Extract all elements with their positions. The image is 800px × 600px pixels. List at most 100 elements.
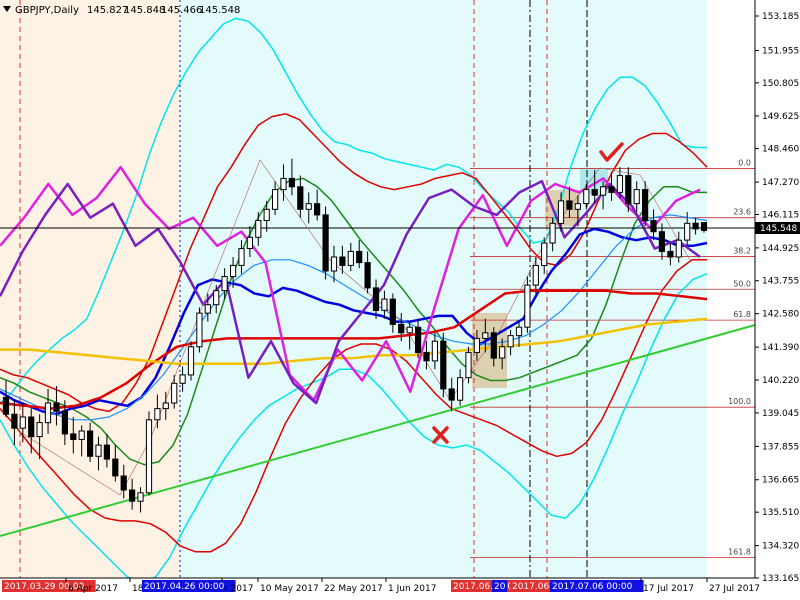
x-tick-label: 22 May 2017 [324,584,383,594]
candle-body [372,287,380,311]
y-tick-label: 136.665 [762,476,799,486]
candle-body [591,189,598,196]
candle-body [389,298,396,325]
chart-window[interactable]: 0.0 23.6 38.2 50.0 61.8 100.0 161.8 153.185 151… [0,0,800,600]
candle-body [255,220,262,238]
candle-body [112,458,119,477]
candle-body [61,410,68,435]
candle-body [515,326,523,337]
candle-body [549,222,556,244]
candle-body [70,433,77,440]
x-tick-label: 6 Apr 2017 [68,584,118,594]
candle-body [692,222,699,230]
candle-body [566,200,573,210]
candle-body [364,262,371,289]
candle-body [356,250,363,264]
price-chart[interactable]: 0.0 23.6 38.2 50.0 61.8 100.0 161.8 153.185 151… [0,0,800,600]
candle-body [137,492,144,502]
candle-body [103,444,111,460]
candle-body [532,264,539,286]
candle-body [473,337,480,353]
open-value: 145.827 [87,5,128,16]
candle-body [524,284,531,328]
candle-body [53,402,60,412]
x-tick-label: r 2017 [224,584,253,594]
fib-level-label: 61.8 [733,310,751,319]
fib-level-label: 0.0 [738,159,751,168]
candle-body [406,326,413,334]
candle-body [288,177,295,188]
candle-body [187,346,195,376]
candle-body [415,326,422,354]
x-tick-label: 10 May 2017 [260,584,319,594]
candle-body [145,419,153,494]
candle-body [381,298,388,311]
y-tick-label: 151.955 [762,47,799,57]
symbol-label: GBPJPY,Daily [15,5,79,16]
candle-body [700,222,708,231]
y-tick-label: 147.270 [762,178,799,188]
candle-body [314,203,321,216]
date-tag-label: 20 [494,582,506,592]
candle-body [280,177,287,191]
fib-level-label: 100.0 [728,397,751,406]
candle-body [322,214,329,272]
y-tick-label: 153.185 [762,12,799,22]
candle-body [87,430,94,457]
candle-body [650,220,657,233]
x-tick-label: 18 [132,584,144,594]
y-tick-label: 148.460 [762,145,799,155]
candle-body [642,189,649,222]
high-value: 145.848 [124,5,165,16]
chart-header: GBPJPY,Daily 145.827 145.848 145.466 145… [3,5,240,16]
close-value: 145.548 [199,5,240,16]
date-tag-label: 2017.04.26 00:00 [144,582,225,592]
candle-body [482,332,489,339]
candle-body [78,430,85,440]
candle-body [171,382,178,404]
y-tick-label: 143.755 [762,277,799,287]
candle-body [600,186,607,196]
candle-body [574,203,581,210]
candle-body [162,402,169,410]
candle-body [431,340,438,362]
candle-body [28,416,35,438]
candle-body [583,189,590,205]
x-tick-label: 27 Jul 2017 [709,584,760,594]
candle-body [448,388,455,401]
candle-body [196,312,203,348]
candle-body [658,231,665,252]
candle-body [347,250,354,266]
candle-body [230,264,237,278]
candle-body [667,250,674,258]
candle-body [541,242,548,266]
candle-body [398,323,405,334]
fib-level-label: 38.2 [733,246,751,255]
y-tick-label: 146.115 [762,210,799,220]
candle-body [95,444,102,457]
candle-body [608,186,615,193]
y-tick-label: 135.510 [762,508,799,518]
fib-level-label: 23.6 [733,208,751,217]
candle-body [36,422,43,438]
candle-body [633,189,640,205]
candle-body [213,290,220,306]
candle-body [457,377,464,401]
candle-body [263,208,270,222]
candle-body [221,276,228,292]
candle-body [297,186,304,210]
y-tick-label: 142.580 [762,310,799,320]
candle-body [507,335,514,348]
candle-body [557,200,565,224]
x-tick-label: 1 Jun 2017 [388,584,436,594]
candle-body [616,175,623,193]
y-tick-label: 137.855 [762,442,799,452]
candle-body [44,402,52,424]
fib-level-label: 50.0 [733,279,751,288]
x-tick-label: 17 Jul 2017 [643,584,694,594]
candle-body [684,222,691,241]
candle-body [179,374,186,384]
candle-body [2,396,10,415]
price-tag-text: 145.548 [760,224,797,234]
y-tick-label: 134.320 [762,542,799,552]
